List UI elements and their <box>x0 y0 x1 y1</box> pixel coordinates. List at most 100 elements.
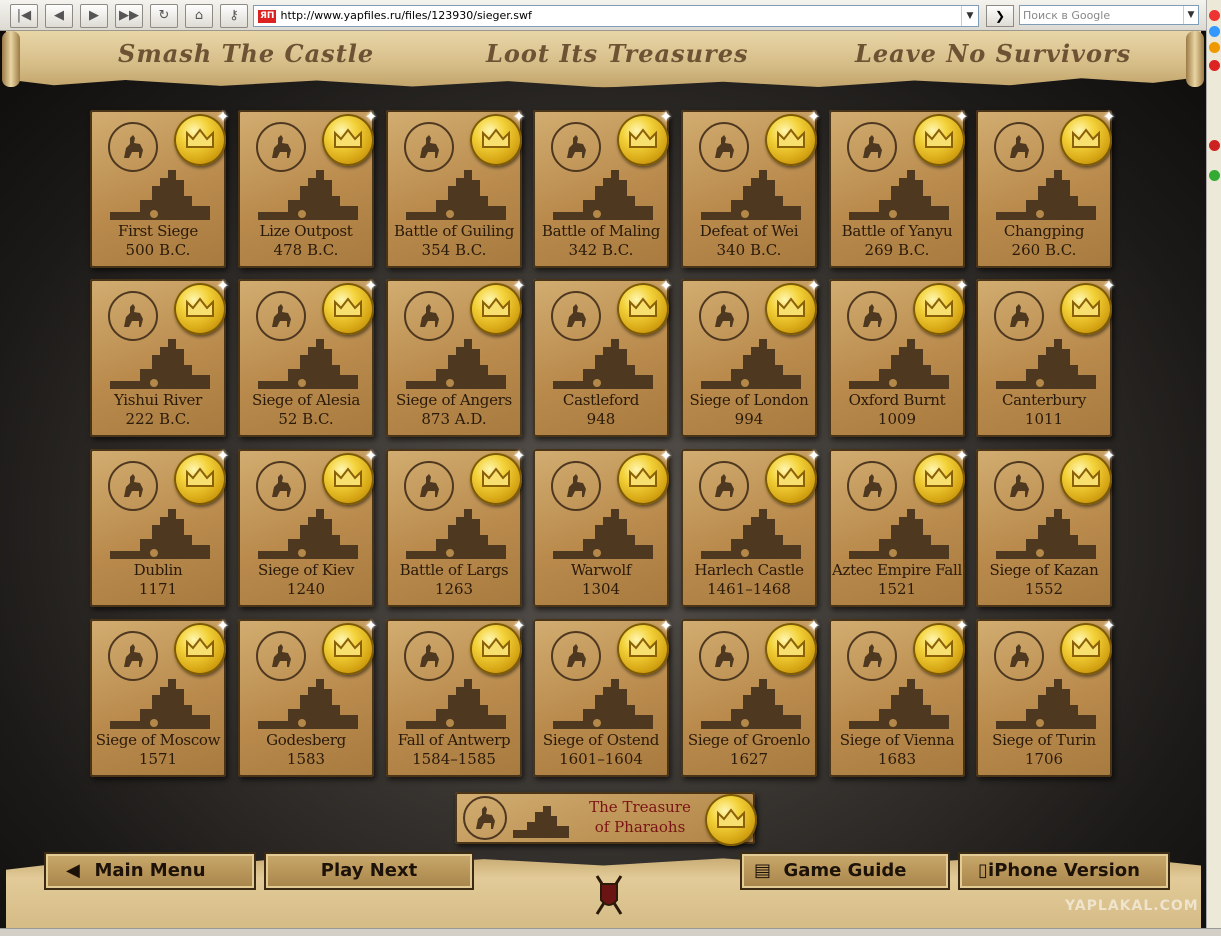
castle-ruin-icon <box>996 509 1096 563</box>
crown-coin-icon: ✦ <box>913 618 969 675</box>
key-icon[interactable]: ⚷ <box>220 4 248 28</box>
level-card[interactable]: ✦ Battle of Maling 342 B.C. <box>533 109 673 268</box>
level-year: 1584–1585 <box>412 750 496 768</box>
red-dot-icon[interactable] <box>1209 140 1220 151</box>
knight-emblem-icon <box>108 291 158 341</box>
level-name: Siege of Alesia <box>252 391 360 409</box>
bonus-level-card[interactable]: The Treasure of Pharaohs <box>455 792 757 846</box>
banner-right-text: Leave No Survivors <box>855 39 1132 68</box>
level-card[interactable]: ✦ Siege of Vienna 1683 <box>829 618 969 777</box>
sparkle-icon: ✦ <box>512 276 526 295</box>
level-card[interactable]: ✦ Dublin 1171 <box>90 448 230 607</box>
level-card[interactable]: ✦ Battle of Guiling 354 B.C. <box>386 109 526 268</box>
scroll-roll-left <box>2 31 20 87</box>
knight-emblem-icon <box>847 631 897 681</box>
level-card[interactable]: ✦ Siege of Moscow 1571 <box>90 618 230 777</box>
game-guide-button[interactable]: ▤ Game Guide <box>740 852 950 890</box>
forward-icon[interactable]: ▶ <box>80 4 108 28</box>
level-card[interactable]: ✦ Castleford 948 <box>533 278 673 437</box>
level-card[interactable]: ✦ Warwolf 1304 <box>533 448 673 607</box>
level-card[interactable]: ✦ Yishui River 222 B.C. <box>90 278 230 437</box>
chevron-down-icon[interactable]: ▼ <box>961 6 978 26</box>
level-year: 500 B.C. <box>125 241 191 259</box>
level-card[interactable]: ✦ Siege of Groenlo 1627 <box>681 618 821 777</box>
level-card[interactable]: ✦ Changping 260 B.C. <box>976 109 1116 268</box>
game-area: Smash The Castle Loot Its Treasures Leav… <box>0 31 1206 928</box>
main-menu-button[interactable]: ◀ Main Menu <box>44 852 256 890</box>
knight-emblem-icon <box>551 461 601 511</box>
castle-ruin-icon <box>849 679 949 733</box>
pencil-icon[interactable] <box>1209 42 1220 53</box>
level-year: 1627 <box>729 750 769 768</box>
level-card[interactable]: ✦ Canterbury 1011 <box>976 278 1116 437</box>
sparkle-icon: ✦ <box>659 107 673 126</box>
level-card[interactable]: ✦ Battle of Largs 1263 <box>386 448 526 607</box>
bonus-title-line1: The Treasure <box>589 798 691 816</box>
level-card[interactable]: ✦ Siege of Alesia 52 B.C. <box>238 278 378 437</box>
level-card[interactable]: ✦ Lize Outpost 478 B.C. <box>238 109 378 268</box>
green-icon[interactable] <box>1209 170 1220 181</box>
iphone-version-label: iPhone Version <box>988 860 1140 881</box>
level-year: 222 B.C. <box>125 410 191 428</box>
home-icon[interactable]: ⌂ <box>185 4 213 28</box>
level-card[interactable]: ✦ Oxford Burnt 1009 <box>829 278 969 437</box>
level-card[interactable]: ✦ Siege of Ostend 1601–1604 <box>533 618 673 777</box>
level-name: Canterbury <box>1001 391 1087 409</box>
level-card[interactable]: ✦ Siege of Kiev 1240 <box>238 448 378 607</box>
stop-icon[interactable] <box>1209 60 1220 71</box>
level-card[interactable]: ✦ Battle of Yanyu 269 B.C. <box>829 109 969 268</box>
sparkle-icon: ✦ <box>659 616 673 635</box>
crown-coin-icon: ✦ <box>617 448 673 505</box>
castle-ruin-icon <box>701 170 801 224</box>
level-name: Lize Outpost <box>259 222 353 240</box>
sparkle-icon: ✦ <box>512 446 526 465</box>
first-page-icon[interactable]: |◀ <box>10 4 38 28</box>
castle-ruin-icon <box>406 509 506 563</box>
level-year: 52 B.C. <box>278 410 334 428</box>
level-card[interactable]: ✦ Fall of Antwerp 1584–1585 <box>386 618 526 777</box>
go-button[interactable]: ❯ <box>986 5 1014 27</box>
crown-coin-icon: ✦ <box>765 618 821 675</box>
level-card[interactable]: ✦ Defeat of Wei 340 B.C. <box>681 109 821 268</box>
play-next-button[interactable]: Play Next <box>264 852 474 890</box>
level-year: 948 <box>586 410 616 428</box>
level-card[interactable]: ✦ Siege of London 994 <box>681 278 821 437</box>
castle-ruin-icon <box>406 170 506 224</box>
reload-icon[interactable]: ↻ <box>150 4 178 28</box>
level-card[interactable]: ✦ Godesberg 1583 <box>238 618 378 777</box>
level-year: 1683 <box>877 750 917 768</box>
opera-icon[interactable] <box>1209 10 1220 21</box>
address-bar[interactable]: ЯП http://www.yapfiles.ru/files/123930/si… <box>253 5 979 27</box>
castle-ruin-icon <box>258 339 358 393</box>
search-placeholder: Поиск в Google <box>1023 9 1111 22</box>
castle-ruin-icon <box>996 679 1096 733</box>
level-name: Oxford Burnt <box>848 391 946 409</box>
castle-ruin-icon <box>258 170 358 224</box>
level-card[interactable]: ✦ First Siege 500 B.C. <box>90 109 230 268</box>
level-year: 1304 <box>581 580 621 598</box>
knight-emblem-icon <box>699 291 749 341</box>
back-icon[interactable]: ◀ <box>45 4 73 28</box>
sparkle-icon: ✦ <box>807 446 821 465</box>
sparkle-icon: ✦ <box>1102 616 1116 635</box>
level-card[interactable]: ✦ Siege of Kazan 1552 <box>976 448 1116 607</box>
iphone-version-button[interactable]: ▯ iPhone Version <box>958 852 1170 890</box>
search-dropdown-icon[interactable]: ▼ <box>1183 6 1198 24</box>
level-name: Aztec Empire Fall <box>831 561 963 579</box>
level-year: 1171 <box>138 580 178 598</box>
skype-icon[interactable] <box>1209 26 1220 37</box>
banner-center-text: Loot Its Treasures <box>486 39 749 68</box>
level-card[interactable]: ✦ Harlech Castle 1461–1468 <box>681 448 821 607</box>
level-card[interactable]: ✦ Siege of Angers 873 A.D. <box>386 278 526 437</box>
level-card[interactable]: ✦ Siege of Turin 1706 <box>976 618 1116 777</box>
crown-coin-icon: ✦ <box>765 278 821 335</box>
level-year: 1521 <box>877 580 917 598</box>
crown-coin-icon: ✦ <box>913 278 969 335</box>
level-card[interactable]: ✦ Aztec Empire Fall 1521 <box>829 448 969 607</box>
url-text: http://www.yapfiles.ru/files/123930/sieg… <box>280 9 532 22</box>
knight-emblem-icon <box>404 122 454 172</box>
search-input[interactable]: Поиск в Google ▼ <box>1019 5 1199 25</box>
crown-coin-icon: ✦ <box>1060 109 1116 166</box>
sparkle-icon: ✦ <box>216 616 230 635</box>
fast-forward-icon[interactable]: ▶▶ <box>115 4 143 28</box>
